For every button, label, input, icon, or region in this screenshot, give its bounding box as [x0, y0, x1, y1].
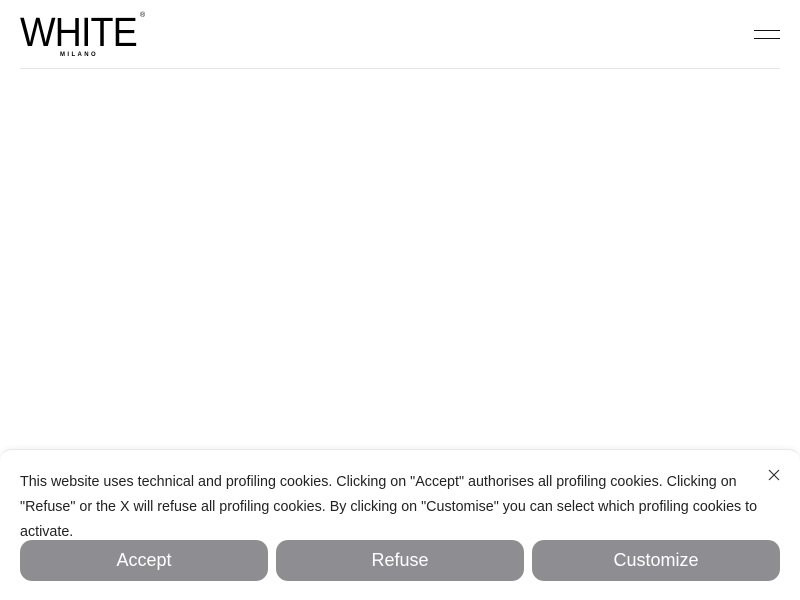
logo-registered-mark: ®: [140, 12, 146, 19]
accept-button[interactable]: Accept: [20, 540, 268, 581]
customize-button[interactable]: Customize: [532, 540, 780, 581]
site-header: WHITE ® MILANO: [20, 0, 780, 69]
menu-line-bottom: [754, 38, 780, 39]
cookie-banner: This website uses technical and profilin…: [0, 449, 800, 600]
white-milano-logo[interactable]: WHITE ® MILANO: [20, 12, 148, 60]
cookie-consent-text: This website uses technical and profilin…: [20, 474, 758, 540]
cookie-actions: Accept Refuse Customize: [20, 540, 780, 581]
hamburger-menu-icon[interactable]: [754, 24, 780, 46]
logo-word: WHITE: [20, 9, 138, 55]
logo-subtitle: MILANO: [60, 52, 99, 58]
menu-line-top: [754, 30, 780, 31]
page: WHITE ® MILANO This website uses technic…: [0, 0, 800, 600]
refuse-button[interactable]: Refuse: [276, 540, 524, 581]
